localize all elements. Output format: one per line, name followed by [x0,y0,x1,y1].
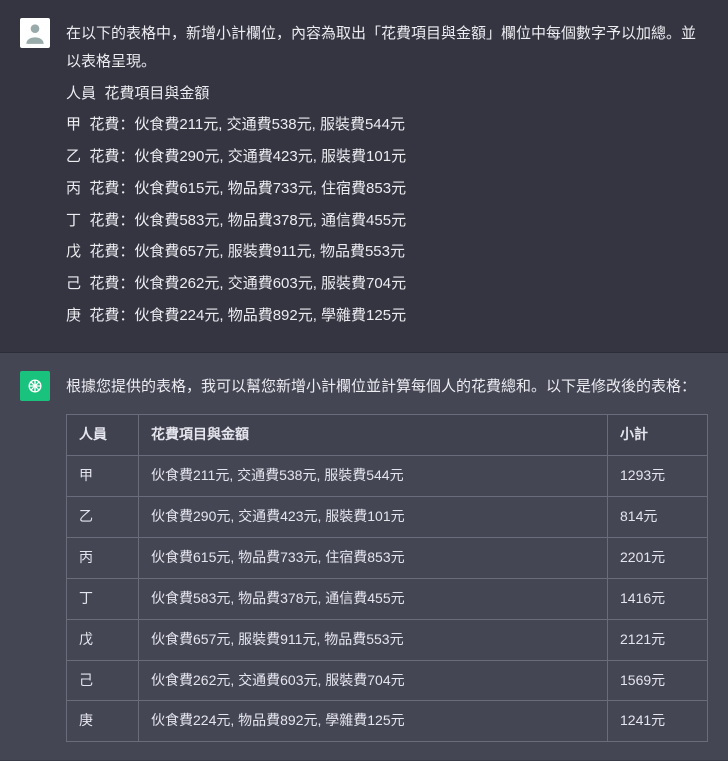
user-line: 丙 花費：伙食費615元, 物品費733元, 住宿費853元 [66,175,708,203]
cell-person: 丙 [67,537,139,578]
table-row: 甲伙食費211元, 交通費538元, 服裝費544元1293元 [67,456,708,497]
user-avatar [20,18,50,48]
user-message: 在以下的表格中，新增小計欄位，內容為取出「花費項目與金額」欄位中每個數字予以加總… [0,0,728,353]
cell-person: 己 [67,660,139,701]
cell-subtotal: 1416元 [608,578,708,619]
cell-person: 甲 [67,456,139,497]
table-row: 庚伙食費224元, 物品費892元, 學雜費125元1241元 [67,701,708,742]
table-row: 己伙食費262元, 交通費603元, 服裝費704元1569元 [67,660,708,701]
cell-items: 伙食費657元, 服裝費911元, 物品費553元 [139,619,608,660]
table-row: 丁伙食費583元, 物品費378元, 通信費455元1416元 [67,578,708,619]
user-line: 人員 花費項目與金額 [66,80,708,108]
cell-subtotal: 2201元 [608,537,708,578]
cell-person: 乙 [67,497,139,538]
cell-items: 伙食費583元, 物品費378元, 通信費455元 [139,578,608,619]
header-items: 花費項目與金額 [139,415,608,456]
cell-subtotal: 1241元 [608,701,708,742]
cell-items: 伙食費615元, 物品費733元, 住宿費853元 [139,537,608,578]
openai-icon [25,376,45,396]
user-line: 在以下的表格中，新增小計欄位，內容為取出「花費項目與金額」欄位中每個數字予以加總… [66,20,708,76]
assistant-avatar [20,371,50,401]
user-line: 甲 花費：伙食費211元, 交通費538元, 服裝費544元 [66,111,708,139]
user-line: 乙 花費：伙食費290元, 交通費423元, 服裝費101元 [66,143,708,171]
cell-subtotal: 2121元 [608,619,708,660]
user-line: 戊 花費：伙食費657元, 服裝費911元, 物品費553元 [66,238,708,266]
header-subtotal: 小計 [608,415,708,456]
user-message-content: 在以下的表格中，新增小計欄位，內容為取出「花費項目與金額」欄位中每個數字予以加總… [66,18,708,334]
table-row: 戊伙食費657元, 服裝費911元, 物品費553元2121元 [67,619,708,660]
user-avatar-icon [22,20,48,46]
user-line: 己 花費：伙食費262元, 交通費603元, 服裝費704元 [66,270,708,298]
cell-items: 伙食費211元, 交通費538元, 服裝費544元 [139,456,608,497]
cell-subtotal: 1569元 [608,660,708,701]
assistant-message: 根據您提供的表格，我可以幫您新增小計欄位並計算每個人的花費總和。以下是修改後的表… [0,353,728,761]
cell-person: 庚 [67,701,139,742]
user-line: 丁 花費：伙食費583元, 物品費378元, 通信費455元 [66,207,708,235]
assistant-intro: 根據您提供的表格，我可以幫您新增小計欄位並計算每個人的花費總和。以下是修改後的表… [66,373,708,401]
table-row: 乙伙食費290元, 交通費423元, 服裝費101元814元 [67,497,708,538]
user-line: 庚 花費：伙食費224元, 物品費892元, 學雜費125元 [66,302,708,330]
cell-items: 伙食費262元, 交通費603元, 服裝費704元 [139,660,608,701]
cell-items: 伙食費290元, 交通費423元, 服裝費101元 [139,497,608,538]
assistant-message-content: 根據您提供的表格，我可以幫您新增小計欄位並計算每個人的花費總和。以下是修改後的表… [66,371,708,743]
table-row: 丙伙食費615元, 物品費733元, 住宿費853元2201元 [67,537,708,578]
cell-subtotal: 814元 [608,497,708,538]
header-person: 人員 [67,415,139,456]
cell-person: 丁 [67,578,139,619]
expense-table: 人員 花費項目與金額 小計 甲伙食費211元, 交通費538元, 服裝費544元… [66,414,708,742]
cell-items: 伙食費224元, 物品費892元, 學雜費125元 [139,701,608,742]
table-header-row: 人員 花費項目與金額 小計 [67,415,708,456]
cell-subtotal: 1293元 [608,456,708,497]
cell-person: 戊 [67,619,139,660]
